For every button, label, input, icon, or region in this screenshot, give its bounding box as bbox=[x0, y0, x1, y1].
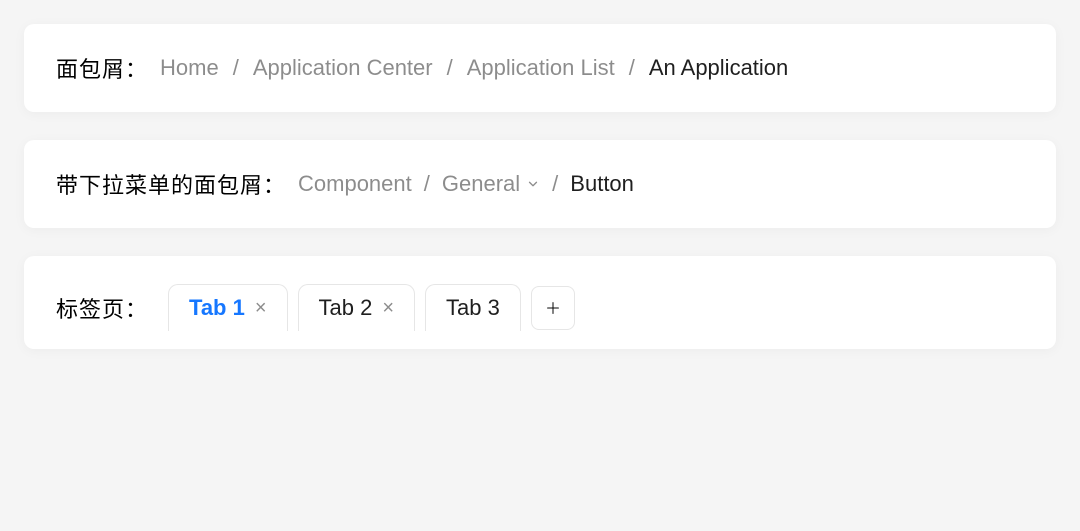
tab-1[interactable]: Tab 1 × bbox=[168, 284, 288, 331]
breadcrumb-item-home[interactable]: Home bbox=[160, 55, 219, 81]
breadcrumb-dropdown-label: 带下拉菜单的面包屑： bbox=[56, 168, 286, 200]
tabs-container: 标签页： Tab 1 × Tab 2 × Tab 3 bbox=[56, 284, 1024, 331]
breadcrumb-item-component[interactable]: Component bbox=[298, 171, 412, 197]
breadcrumb-item-current: Button bbox=[570, 171, 634, 197]
breadcrumb-label: 面包屑： bbox=[56, 52, 148, 84]
tabs-card: 标签页： Tab 1 × Tab 2 × Tab 3 bbox=[24, 256, 1056, 349]
breadcrumb-separator: / bbox=[233, 55, 239, 81]
breadcrumb-item-app-center[interactable]: Application Center bbox=[253, 55, 433, 81]
breadcrumb-dropdown: 带下拉菜单的面包屑： Component / General / Button bbox=[56, 168, 1024, 200]
tab-label: Tab 1 bbox=[189, 295, 245, 321]
breadcrumb-separator: / bbox=[424, 171, 430, 197]
breadcrumb-item-app-list[interactable]: Application List bbox=[467, 55, 615, 81]
breadcrumb-item-current: An Application bbox=[649, 55, 788, 81]
breadcrumb-separator: / bbox=[629, 55, 635, 81]
breadcrumb-dropdown-text: General bbox=[442, 171, 520, 197]
close-icon[interactable]: × bbox=[255, 298, 267, 318]
breadcrumb-basic-card: 面包屑： Home / Application Center / Applica… bbox=[24, 24, 1056, 112]
breadcrumb-item-general-dropdown[interactable]: General bbox=[442, 171, 540, 197]
chevron-down-icon bbox=[526, 177, 540, 191]
add-tab-button[interactable] bbox=[531, 286, 575, 330]
tab-label: Tab 2 bbox=[319, 295, 373, 321]
close-icon[interactable]: × bbox=[382, 298, 394, 318]
breadcrumb-separator: / bbox=[447, 55, 453, 81]
tabs-list: Tab 1 × Tab 2 × Tab 3 bbox=[168, 284, 575, 331]
breadcrumb-separator: / bbox=[552, 171, 558, 197]
breadcrumb-dropdown-card: 带下拉菜单的面包屑： Component / General / Button bbox=[24, 140, 1056, 228]
breadcrumb-basic: 面包屑： Home / Application Center / Applica… bbox=[56, 52, 1024, 84]
tab-2[interactable]: Tab 2 × bbox=[298, 284, 416, 331]
tab-label: Tab 3 bbox=[446, 295, 500, 321]
tab-3[interactable]: Tab 3 bbox=[425, 284, 521, 331]
tabs-label: 标签页： bbox=[56, 292, 148, 324]
